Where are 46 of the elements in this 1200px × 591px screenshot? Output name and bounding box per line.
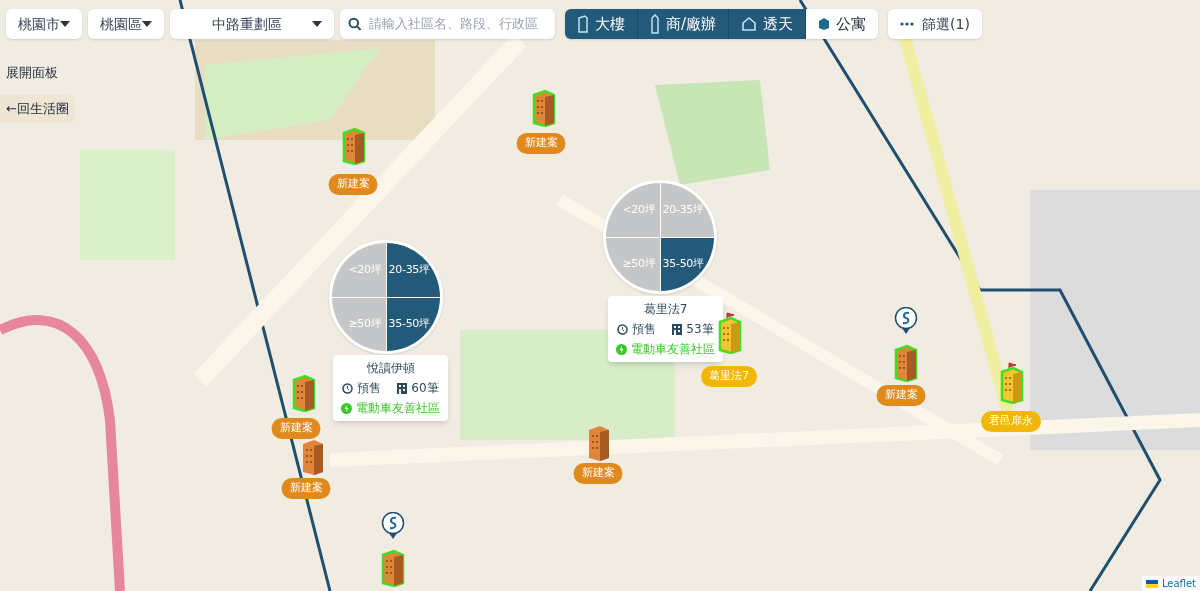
building-marker[interactable] xyxy=(999,362,1025,404)
building-marker[interactable] xyxy=(717,312,743,354)
city-dropdown[interactable]: 桃園市 xyxy=(6,9,82,39)
project-label: 君邑扉永 xyxy=(981,411,1041,432)
house-icon xyxy=(741,16,758,32)
project-label: 新建案 xyxy=(573,463,623,484)
sale-status: 預售 xyxy=(357,380,382,397)
lightning-icon xyxy=(341,402,352,414)
caret-icon xyxy=(142,21,152,27)
project-label: 新建案 xyxy=(328,174,378,195)
listing-count: 60筆 xyxy=(411,380,439,397)
building-icon xyxy=(577,15,589,33)
project-label: 新建案 xyxy=(281,478,331,499)
type-toggle[interactable]: 大樓 xyxy=(565,9,638,39)
back-to-area-button[interactable]: ←回生活圈 xyxy=(0,95,75,123)
caret-icon xyxy=(312,21,322,27)
project-label: 新建案 xyxy=(271,418,321,439)
building-icon xyxy=(672,323,683,335)
zone-dropdown[interactable]: 中路重劃區 xyxy=(170,9,334,39)
lightning-icon xyxy=(616,343,627,355)
clock-icon xyxy=(617,323,629,335)
type-toggle[interactable]: 商/廠辦 xyxy=(638,9,730,39)
project-label: 新建案 xyxy=(516,133,566,154)
building-icon xyxy=(397,382,408,394)
clock-icon xyxy=(342,382,354,394)
project-name: 悅讀伊頓 xyxy=(366,360,415,377)
listing-count: 53筆 xyxy=(686,321,714,338)
skyscraper-icon xyxy=(650,14,660,34)
project-name: 葛里法7 xyxy=(643,301,688,318)
type-toggle[interactable]: 公寓 xyxy=(806,9,879,39)
caret-icon xyxy=(60,21,70,27)
project-label: 新建案 xyxy=(876,385,926,406)
search-icon xyxy=(348,17,362,31)
district-dropdown[interactable]: 桃園區 xyxy=(88,9,164,39)
map[interactable] xyxy=(0,0,1200,591)
cube-icon xyxy=(818,17,831,31)
attribution-link[interactable]: Leaflet xyxy=(1161,576,1196,591)
sale-status: 預售 xyxy=(632,321,657,338)
flag-icon xyxy=(1145,579,1158,588)
project-label: 葛里法7 xyxy=(701,366,757,387)
more-icon xyxy=(900,22,915,26)
ev-friendly-tag: 電動車友善社區 xyxy=(631,340,715,358)
filter-button[interactable]: 篩選(1) xyxy=(888,9,982,39)
search-field[interactable]: 請輸入社區名、路段、行政區 xyxy=(340,9,555,39)
type-toggle[interactable]: 透天 xyxy=(729,9,807,39)
ev-friendly-tag: 電動車友善社區 xyxy=(356,399,440,417)
